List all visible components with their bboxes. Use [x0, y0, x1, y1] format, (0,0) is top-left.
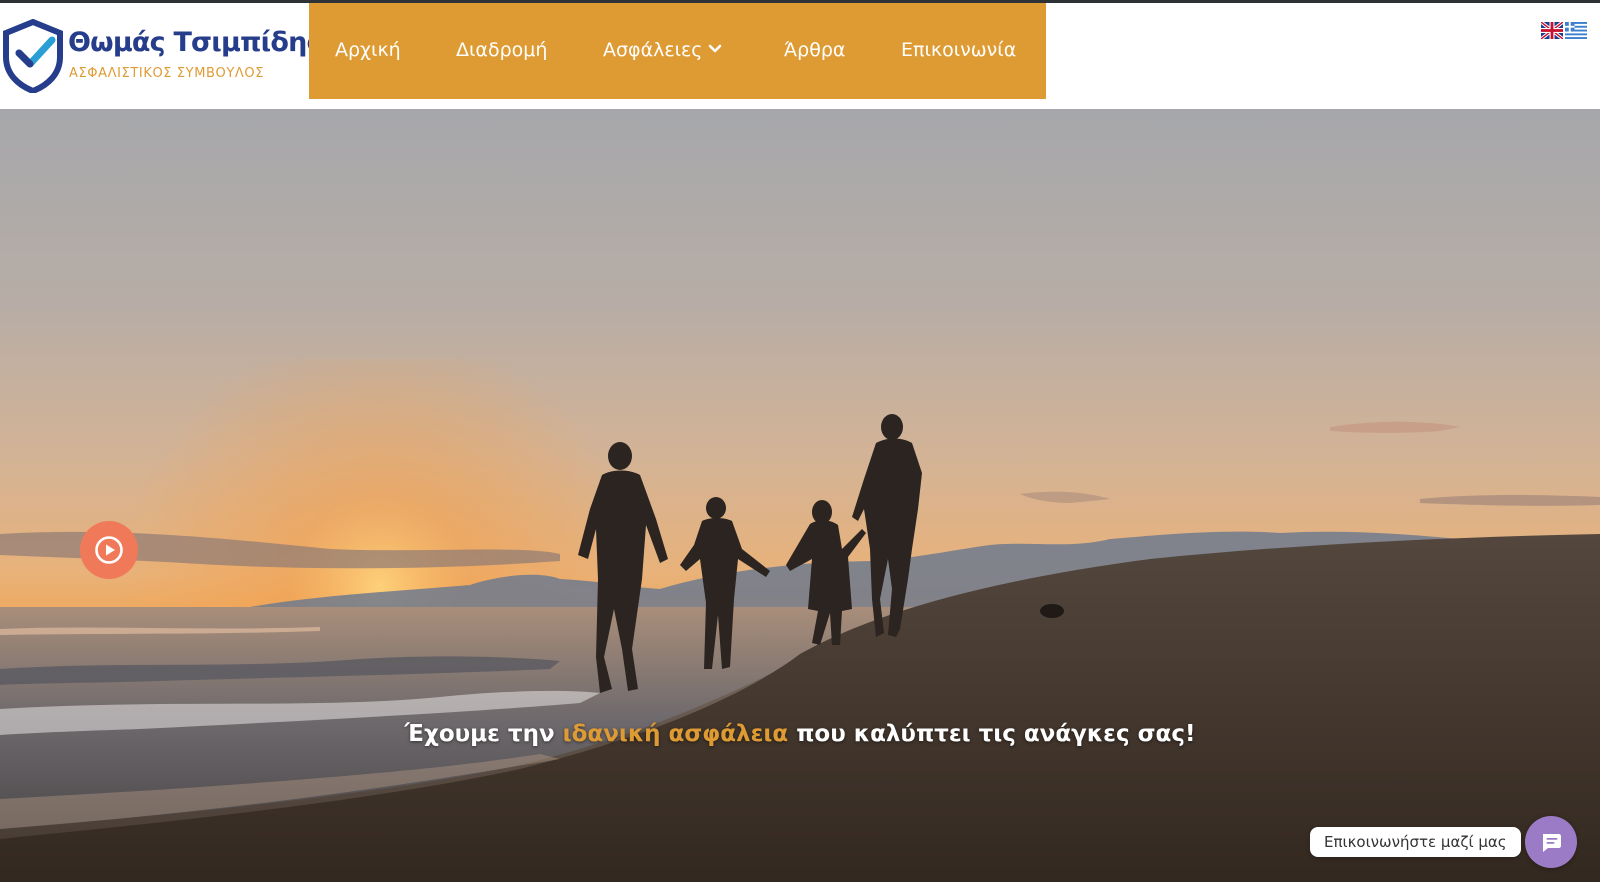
shield-check-icon: [3, 19, 63, 93]
nav-item-route[interactable]: Διαδρομή: [456, 39, 547, 61]
site-logo[interactable]: Θωμάς Τσιμπίδης ΑΣΦΑΛΙΣΤΙΚΟΣ ΣΥΜΒΟΥΛΟΣ: [2, 19, 323, 93]
greek-flag-icon[interactable]: [1565, 22, 1587, 39]
site-header: Θωμάς Τσιμπίδης ΑΣΦΑΛΙΣΤΙΚΟΣ ΣΥΜΒΟΥΛΟΣ Α…: [0, 3, 1600, 109]
nav-item-home[interactable]: Αρχική: [335, 39, 401, 61]
nav-item-contact[interactable]: Επικοινωνία: [901, 39, 1016, 61]
hero-tagline-highlight: ιδανική ασφάλεια: [562, 721, 789, 747]
play-icon: [95, 536, 123, 564]
nav-item-insurances[interactable]: Ασφάλειες: [603, 39, 722, 61]
main-nav: Αρχική Διαδρομή Ασφάλειες Άρθρα Επικοινω…: [309, 3, 1046, 99]
uk-flag-icon[interactable]: [1541, 22, 1563, 39]
chat-icon: [1543, 834, 1561, 852]
hero-video: Έχουμε την ιδανική ασφάλεια που καλύπτει…: [0, 109, 1600, 882]
brand-subtitle: ΑΣΦΑΛΙΣΤΙΚΟΣ ΣΥΜΒΟΥΛΟΣ: [69, 66, 265, 81]
brand-name: Θωμάς Τσιμπίδης: [68, 27, 323, 58]
chevron-down-icon: [709, 44, 722, 52]
play-video-button[interactable]: [80, 521, 138, 579]
hero-background-image: [0, 359, 1600, 882]
nav-item-articles[interactable]: Άρθρα: [784, 39, 845, 61]
hero-tagline: Έχουμε την ιδανική ασφάλεια που καλύπτει…: [404, 721, 1196, 747]
contact-chat-button[interactable]: [1525, 816, 1577, 868]
contact-us-label[interactable]: Επικοινωνήστε μαζί μας: [1310, 827, 1521, 857]
